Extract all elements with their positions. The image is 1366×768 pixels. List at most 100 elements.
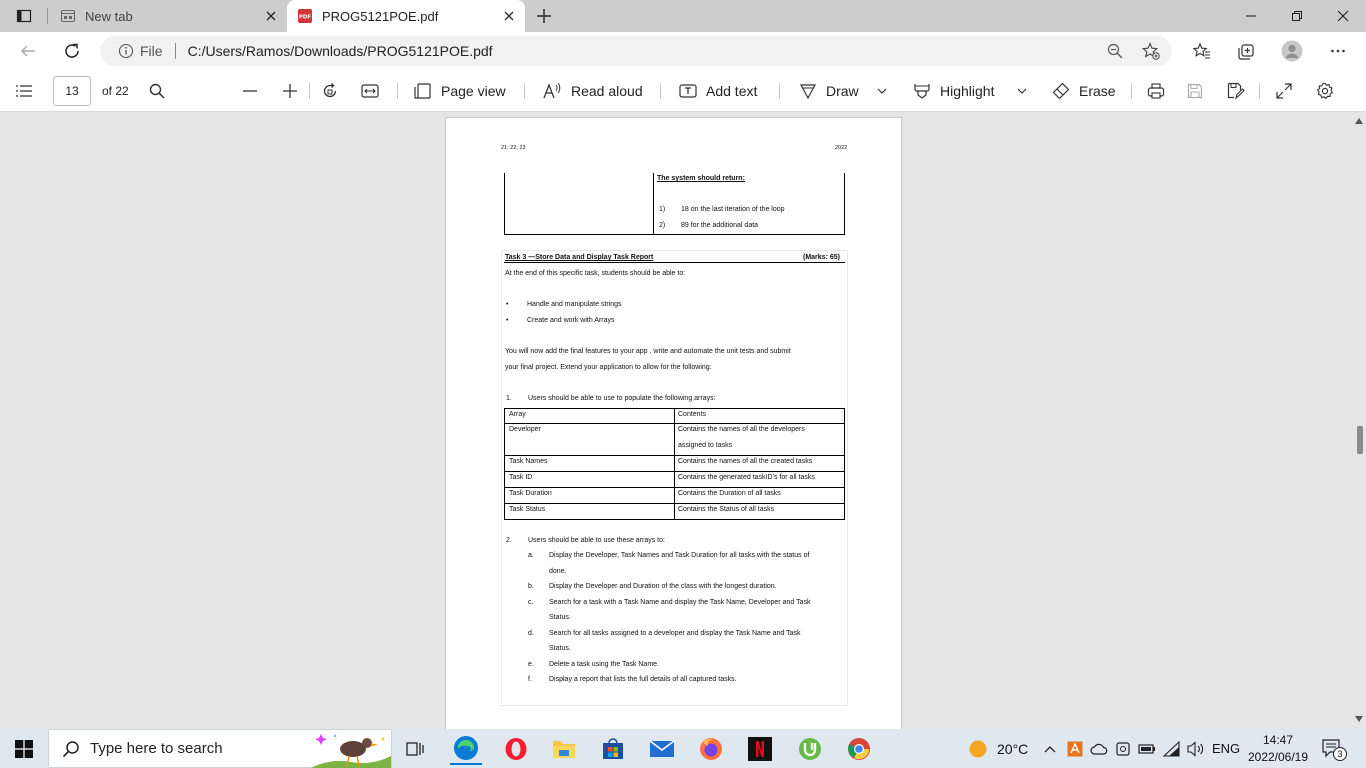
highlight-options-dropdown[interactable] [1017, 70, 1027, 112]
rotate-icon [323, 83, 337, 98]
close-icon [1337, 10, 1349, 22]
save-as-button[interactable] [1227, 70, 1245, 112]
print-button[interactable] [1147, 70, 1165, 112]
vertical-scrollbar[interactable] [1352, 112, 1366, 729]
draw-button[interactable]: Draw [799, 70, 859, 112]
input-language-button[interactable]: ENG [1212, 729, 1240, 768]
pdf-viewer[interactable]: 21; 22; 23 2022 The system should return… [0, 112, 1366, 729]
table-row-divider [504, 487, 845, 488]
plus-icon [537, 9, 551, 23]
onedrive-button[interactable] [1090, 729, 1108, 768]
new-tab-button[interactable] [522, 0, 566, 32]
svg-text:PDF: PDF [299, 15, 312, 21]
task-view-button[interactable] [400, 733, 432, 765]
zoom-button[interactable] [1100, 36, 1130, 66]
restore-button[interactable] [1274, 0, 1320, 32]
taskbar-netflix[interactable] [744, 733, 776, 765]
battery-button[interactable] [1138, 729, 1156, 768]
close-window-button[interactable] [1320, 0, 1366, 32]
contents-button[interactable] [16, 70, 32, 112]
collections-button[interactable] [1230, 36, 1262, 66]
favorites-button[interactable] [1186, 36, 1218, 66]
network-button[interactable] [1163, 729, 1181, 768]
zoom-in-button[interactable] [282, 70, 298, 112]
read-aloud-button[interactable]: Read aloud [543, 70, 643, 112]
taskbar-opera[interactable] [500, 733, 532, 765]
fit-to-page-button[interactable] [361, 70, 379, 112]
start-button[interactable] [8, 733, 40, 765]
pdf-page: 21; 22; 23 2022 The system should return… [445, 117, 902, 729]
scroll-down-arrow-icon[interactable] [1355, 716, 1363, 722]
more-horizontal-icon [1331, 49, 1345, 53]
clock-button[interactable]: 14:47 2022/06/19 [1246, 729, 1310, 768]
weather-widget[interactable]: 20°C [968, 729, 1028, 768]
back-arrow-icon [21, 45, 35, 57]
clock-date: 2022/06/19 [1247, 749, 1309, 764]
add-text-button[interactable]: Add text [679, 70, 757, 112]
sub-item: Status. [549, 645, 571, 652]
taskbar-search-box[interactable]: Type here to search [48, 729, 392, 768]
rotate-button[interactable] [321, 70, 339, 112]
highlight-button[interactable]: Highlight [913, 70, 994, 112]
task-marks: (Marks: 65) [803, 254, 840, 261]
scroll-up-arrow-icon[interactable] [1355, 118, 1363, 124]
back-button[interactable] [12, 36, 44, 66]
save-button[interactable] [1187, 70, 1203, 112]
tab-new-tab[interactable]: New tab [50, 0, 287, 32]
printer-icon [1147, 83, 1165, 99]
toolbar-divider [1259, 83, 1260, 99]
notification-center-button[interactable]: 3 [1322, 729, 1347, 768]
tray-app-button[interactable] [1067, 729, 1083, 768]
table-divider [653, 173, 654, 235]
table-row-divider [504, 423, 845, 424]
fullscreen-button[interactable] [1276, 70, 1292, 112]
sub-item-letter: e. [528, 661, 534, 668]
sub-item: Delete a task using the Task Name. [549, 661, 659, 668]
zoom-out-button[interactable] [242, 70, 258, 112]
taskbar-utorrent[interactable] [794, 733, 826, 765]
page-view-icon [414, 83, 431, 99]
meet-now-button[interactable] [1116, 729, 1130, 768]
minus-icon [243, 90, 257, 92]
page-number-input[interactable]: 13 [53, 76, 91, 106]
sub-item: done. [549, 568, 567, 575]
draw-pen-icon [799, 84, 817, 100]
erase-button[interactable]: Erase [1052, 70, 1116, 112]
read-aloud-icon [543, 83, 561, 99]
scrollbar-thumb[interactable] [1357, 426, 1363, 454]
pdf-settings-button[interactable] [1316, 70, 1334, 112]
close-tab-button[interactable] [499, 6, 519, 26]
folder-icon [553, 741, 575, 758]
list-item: Users should be able to use to populate … [528, 395, 716, 402]
tab-pdf-document[interactable]: PDF PROG5121POE.pdf [287, 0, 525, 32]
collections-icon [1238, 44, 1254, 60]
taskbar-mail[interactable] [646, 733, 678, 765]
list-number: 2. [506, 537, 512, 544]
minimize-button[interactable] [1228, 0, 1274, 32]
taskbar-firefox[interactable] [695, 733, 727, 765]
cloud-icon [1090, 743, 1108, 755]
task-intro: At the end of this specific task, studen… [505, 270, 686, 277]
sub-item-letter: d. [528, 630, 534, 637]
volume-button[interactable] [1187, 729, 1205, 768]
close-tab-button[interactable] [261, 6, 281, 26]
taskbar-chrome[interactable] [843, 733, 875, 765]
page-view-button[interactable]: Page view [414, 70, 506, 112]
show-hidden-icons-button[interactable] [1044, 729, 1056, 768]
refresh-button[interactable] [56, 36, 88, 66]
sub-item: Display the Developer and Duration of th… [549, 583, 777, 590]
profile-button[interactable] [1276, 36, 1308, 66]
taskbar-file-explorer[interactable] [548, 733, 580, 765]
settings-more-button[interactable] [1322, 36, 1354, 66]
previous-table-fragment [504, 173, 845, 235]
add-favorite-button[interactable] [1136, 36, 1166, 66]
info-icon[interactable] [118, 43, 134, 59]
draw-options-dropdown[interactable] [877, 70, 887, 112]
taskbar-edge[interactable] [450, 733, 482, 765]
find-button[interactable] [149, 70, 165, 112]
address-field[interactable]: File C:/Users/Ramos/Downloads/PROG5121PO… [100, 36, 1172, 66]
tab-actions-button[interactable] [2, 0, 46, 32]
table-cell: Contains the names of all the developers [678, 426, 805, 433]
taskbar-microsoft-store[interactable] [597, 733, 629, 765]
close-icon [504, 11, 514, 21]
